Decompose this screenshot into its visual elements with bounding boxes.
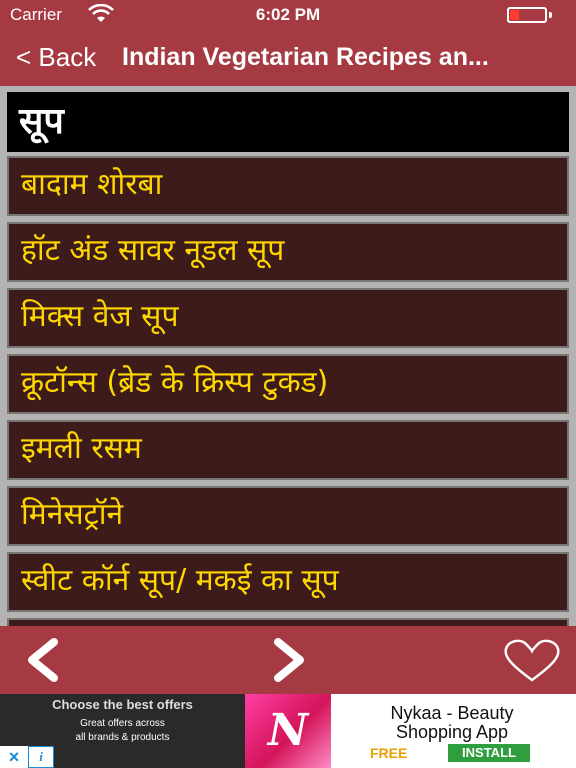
ad-logo-letter: N — [267, 705, 309, 756]
page-title: Indian Vegetarian Recipes an... — [122, 43, 489, 71]
navigation-bar: < Back Indian Vegetarian Recipes an... — [0, 30, 576, 86]
status-bar: Carrier 6:02 PM — [0, 0, 576, 30]
ad-banner[interactable]: Choose the best offers Great offers acro… — [0, 694, 576, 768]
ad-app-logo[interactable]: N — [245, 694, 331, 768]
ad-subtext: Great offers across all brands & product… — [0, 717, 245, 745]
chevron-left-icon[interactable] — [22, 636, 66, 684]
battery-icon — [507, 7, 547, 23]
battery-level — [510, 10, 519, 20]
ad-app-name: Nykaa - Beauty Shopping App — [352, 704, 552, 742]
ad-info-icon[interactable]: i — [28, 746, 54, 768]
ad-app-name-line-2: Shopping App — [395, 722, 509, 742]
ad-price: FREE — [370, 745, 408, 761]
ad-install-button[interactable]: INSTALL — [448, 744, 530, 762]
ad-close-icon[interactable]: × — [0, 746, 28, 768]
heart-icon[interactable] — [502, 638, 562, 684]
battery-tip — [549, 12, 552, 18]
chevron-right-icon[interactable] — [266, 636, 310, 684]
clock: 6:02 PM — [255, 5, 321, 24]
section-header: सूप — [7, 92, 569, 152]
ad-subtext-line-2: all brands & products — [75, 732, 170, 743]
list-item[interactable]: मिक्स वेज सूप — [7, 288, 569, 348]
ad-app-name-line-1: Nykaa - Beauty — [390, 703, 514, 723]
list-item[interactable]: हॉट अंड सावर नूडल सूप — [7, 222, 569, 282]
list-item[interactable]: क्रूटॉन्स (ब्रेड के क्रिस्प टुकड) — [7, 354, 569, 414]
bottom-toolbar — [0, 626, 576, 694]
list-item[interactable]: स्वीट कॉर्न सूप/ मकई का सूप — [7, 552, 569, 612]
back-button[interactable]: < Back — [16, 42, 96, 73]
list-item[interactable]: बादाम शोरबा — [7, 156, 569, 216]
list-item[interactable]: इमली रसम — [7, 420, 569, 480]
ad-headline: Choose the best offers — [52, 697, 193, 712]
list-item[interactable]: मिनेसट्रॉने — [7, 486, 569, 546]
ad-subtext-line-1: Great offers across — [80, 718, 165, 729]
recipe-list[interactable]: सूप बादाम शोरबा हॉट अंड सावर नूडल सूप मि… — [0, 86, 576, 626]
list-item-partial[interactable] — [7, 618, 569, 626]
